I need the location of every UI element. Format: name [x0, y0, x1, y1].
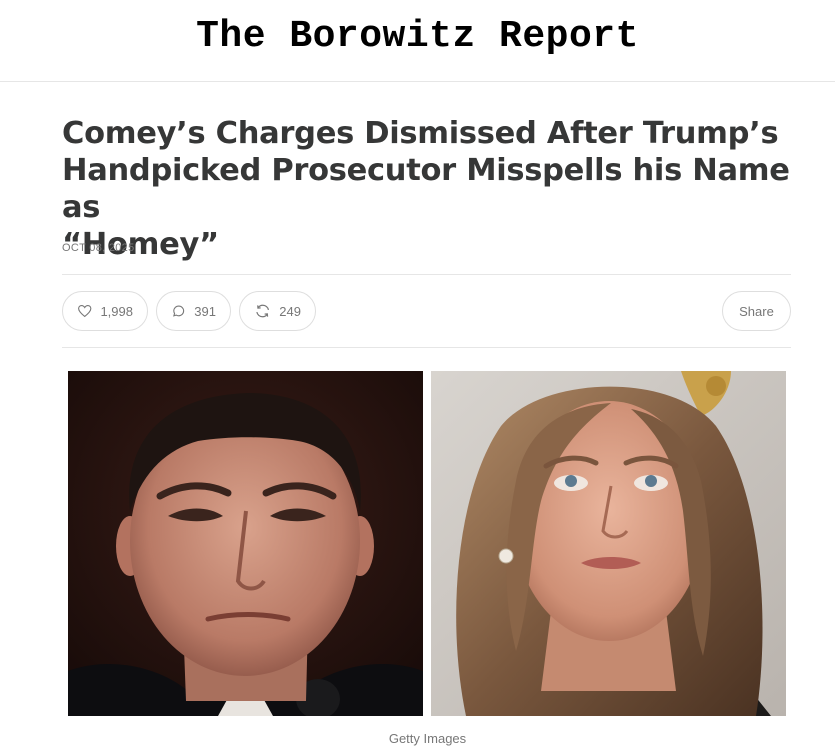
- publication-title[interactable]: The Borowitz Report: [196, 15, 639, 58]
- article-photo-right: [431, 371, 786, 716]
- restack-icon: [256, 304, 270, 318]
- restack-count: 249: [279, 303, 301, 319]
- image-caption: Getty Images: [388, 731, 467, 746]
- comment-icon: [173, 305, 185, 317]
- masthead: The Borowitz Report: [0, 0, 835, 82]
- divider: [62, 274, 791, 275]
- heart-icon: [78, 304, 92, 318]
- share-label: Share: [739, 303, 774, 319]
- title-line: Handpicked Prosecutor Misspells his Name…: [62, 153, 790, 225]
- article-title: Comey’s Charges Dismissed After Trump’s …: [62, 115, 802, 263]
- like-count: 1,998: [100, 303, 133, 319]
- like-button[interactable]: 1,998: [62, 291, 148, 331]
- share-button[interactable]: Share: [722, 291, 791, 331]
- divider: [62, 347, 791, 348]
- post-date: OCT 08, 2025: [62, 242, 135, 254]
- restack-button[interactable]: 249: [239, 291, 316, 331]
- comment-count: 391: [194, 303, 216, 319]
- title-line: Comey’s Charges Dismissed After Trump’s: [62, 116, 779, 151]
- comment-button[interactable]: 391: [156, 291, 231, 331]
- article-photo-left: [68, 371, 423, 716]
